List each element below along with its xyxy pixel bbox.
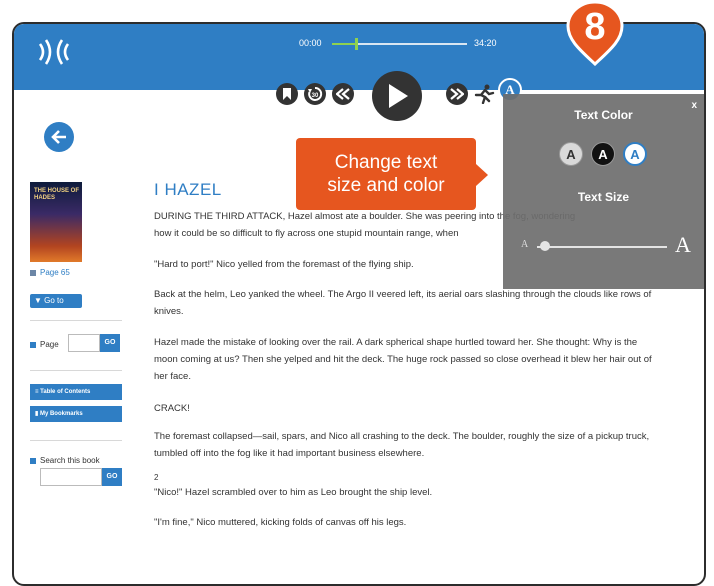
step-number-badge: 8 xyxy=(584,6,606,48)
sidebar-divider xyxy=(30,440,122,441)
page-icon xyxy=(30,269,36,276)
cover-title: THE HOUSE OF HADES xyxy=(34,188,80,201)
sidebar-divider xyxy=(30,320,122,321)
text-size-max-label: A xyxy=(675,232,691,257)
paragraph: "I'm fine," Nico muttered, kicking folds… xyxy=(154,517,407,528)
play-icon xyxy=(389,84,408,108)
replay-30-icon: 30 xyxy=(308,86,323,101)
paragraph: Hazel made the mistake of looking over t… xyxy=(154,337,652,382)
page-number-marker: 2 xyxy=(154,473,159,482)
bookmark-button[interactable] xyxy=(276,83,298,105)
page-jump-label: Page xyxy=(40,340,59,349)
search-go-button[interactable]: GO xyxy=(102,468,122,486)
page-go-button[interactable]: GO xyxy=(100,334,120,352)
audio-logo-icon xyxy=(36,38,72,71)
replay-30-button[interactable]: 30 xyxy=(304,83,326,105)
playback-speed-button[interactable] xyxy=(473,83,495,105)
paragraph: "Nico!" Hazel scrambled over to him as L… xyxy=(154,487,433,498)
toc-label: Table of Contents xyxy=(40,389,91,395)
search-input[interactable] xyxy=(40,468,102,486)
fast-forward-icon xyxy=(450,88,464,100)
instruction-callout: Change text size and color xyxy=(296,138,476,210)
text-size-slider[interactable] xyxy=(537,246,667,248)
paragraph: CRACK! xyxy=(154,403,190,414)
page-number-input[interactable] xyxy=(68,334,100,352)
paragraph: The foremast collapsed—sail, spars, and … xyxy=(154,431,650,459)
search-label-row: Search this book xyxy=(30,456,100,465)
paragraph: Back at the helm, Leo yanked the wheel. … xyxy=(154,289,652,317)
color-swatch-dark[interactable]: A xyxy=(591,142,615,166)
fast-forward-button[interactable] xyxy=(446,83,468,105)
arrow-left-icon xyxy=(51,130,66,144)
text-size-title: Text Size xyxy=(577,190,630,204)
text-size-slider-handle[interactable] xyxy=(539,241,550,251)
svg-text:30: 30 xyxy=(312,93,319,99)
scrubber-progress xyxy=(332,43,355,45)
bookmark-icon xyxy=(283,88,291,100)
back-button[interactable] xyxy=(44,122,74,152)
search-book-icon xyxy=(30,457,36,464)
play-button[interactable] xyxy=(372,71,422,121)
total-time: 34:20 xyxy=(474,38,497,48)
callout-line-2: size and color xyxy=(327,175,445,196)
sidebar-divider xyxy=(30,370,122,371)
rewind-icon xyxy=(336,88,350,100)
playback-scrubber[interactable] xyxy=(332,38,467,50)
callout-line-1: Change text xyxy=(334,152,438,173)
elapsed-time: 00:00 xyxy=(299,38,322,48)
text-color-title: Text Color xyxy=(574,108,633,122)
reader-window: 00:00 34:20 30 A THE HOUSE OF HADES Page… xyxy=(12,22,706,586)
my-bookmarks-button[interactable]: ▮ My Bookmarks xyxy=(30,406,122,422)
current-page-indicator: Page 65 xyxy=(30,268,70,277)
page-jump-icon xyxy=(30,341,36,348)
table-of-contents-button[interactable]: ≡ Table of Contents xyxy=(30,384,122,400)
rewind-button[interactable] xyxy=(332,83,354,105)
color-swatch-light[interactable]: A xyxy=(559,142,583,166)
scrubber-handle[interactable] xyxy=(354,38,358,50)
page-jump-label-row: Page xyxy=(30,340,59,349)
speed-runner-icon xyxy=(474,84,495,104)
goto-dropdown[interactable]: ▼ Go to xyxy=(30,294,82,308)
current-page-label: Page 65 xyxy=(40,268,70,277)
text-size-min-label: A xyxy=(521,239,529,250)
chapter-title: I HAZEL xyxy=(154,180,222,199)
callout-pointer xyxy=(476,164,488,186)
search-label: Search this book xyxy=(40,456,100,465)
text-settings-panel: x Text Color A A A Text Size A A xyxy=(503,94,704,289)
book-cover: THE HOUSE OF HADES xyxy=(30,182,82,262)
bookmarks-label: My Bookmarks xyxy=(39,411,83,417)
color-swatch-blue[interactable]: A xyxy=(623,142,647,166)
